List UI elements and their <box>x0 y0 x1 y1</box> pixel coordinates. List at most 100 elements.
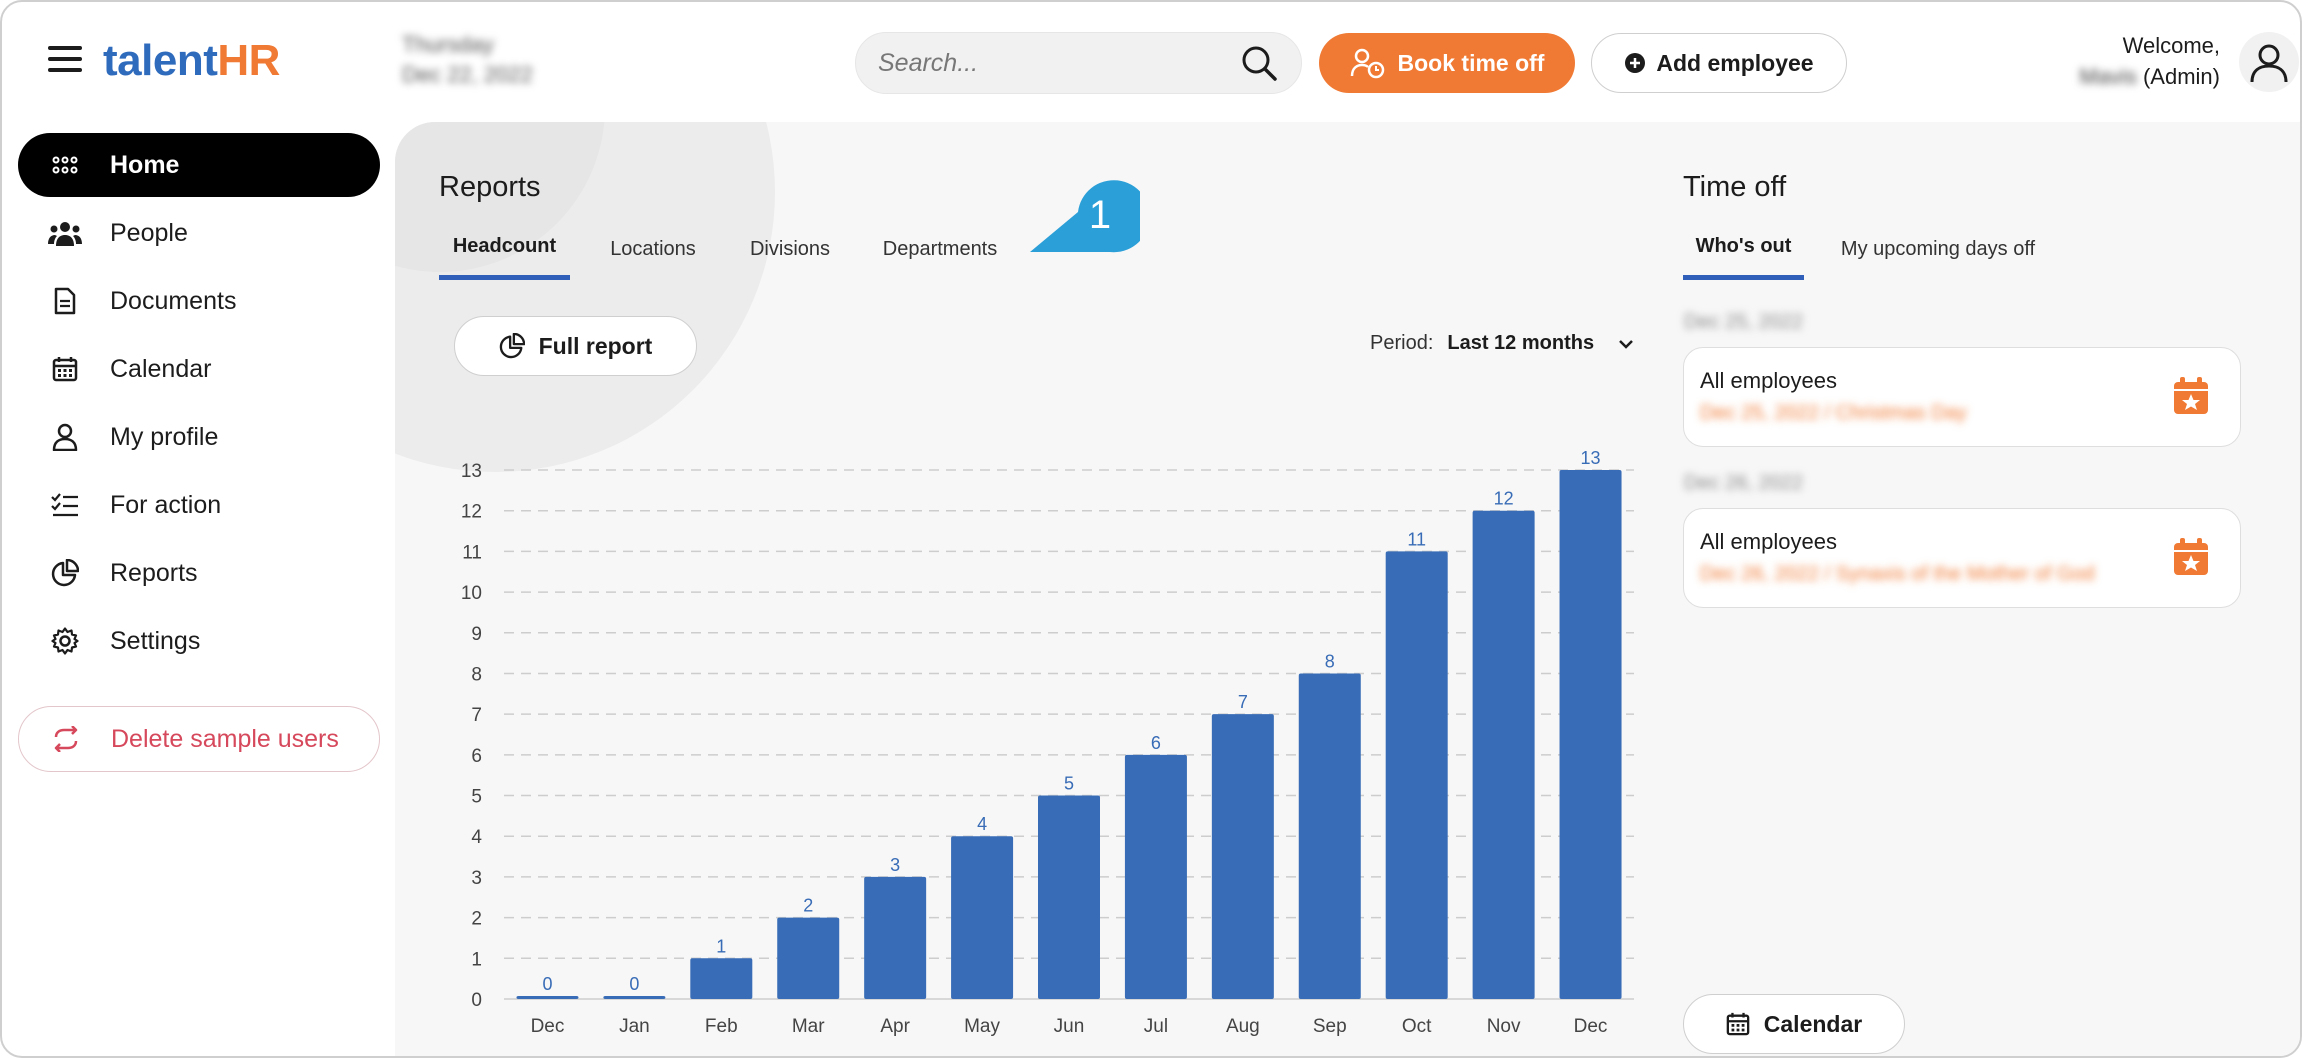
user-icon <box>48 420 82 454</box>
logo-text: talent <box>103 36 218 85</box>
sidebar-item-for-action[interactable]: For action <box>18 473 380 537</box>
sidebar-item-label: People <box>110 218 188 247</box>
chevron-down-icon <box>1619 339 1633 349</box>
data-label: 0 <box>629 974 639 994</box>
tab-departments[interactable]: Departments <box>870 218 1010 280</box>
people-icon <box>48 216 82 250</box>
user-name: Mavis <box>2079 64 2137 89</box>
document-icon <box>48 284 82 318</box>
time-off-title: Time off <box>1683 171 1787 203</box>
checklist-icon <box>48 488 82 522</box>
sidebar-item-documents[interactable]: Documents <box>18 269 380 333</box>
sidebar-item-label: Reports <box>110 558 198 587</box>
full-report-button[interactable]: Full report <box>454 316 697 376</box>
bar <box>951 836 1014 999</box>
book-time-off-label: Book time off <box>1397 49 1545 76</box>
date-text: Dec 22, 2022 <box>402 62 533 87</box>
y-tick-label: 0 <box>471 990 482 1011</box>
reports-title: Reports <box>439 171 541 203</box>
y-tick-label: 4 <box>471 827 482 848</box>
welcome-block: Welcome, Mavis (Admin) <box>2079 30 2220 92</box>
sidebar-item-label: Home <box>110 150 180 179</box>
bar <box>1038 795 1100 999</box>
book-time-off-button[interactable]: Book time off <box>1319 33 1575 93</box>
x-tick-label: Mar <box>792 1016 825 1037</box>
y-tick-label: 9 <box>471 624 482 645</box>
x-tick-label: Dec <box>531 1016 565 1037</box>
sidebar-item-my-profile[interactable]: My profile <box>18 405 380 469</box>
data-label: 8 <box>1325 651 1335 671</box>
y-tick-label: 8 <box>471 664 482 685</box>
gear-icon <box>48 624 82 658</box>
sidebar-item-label: Settings <box>110 626 201 655</box>
sidebar-item-home[interactable]: Home <box>18 133 380 197</box>
delete-sample-users-button[interactable]: Delete sample users <box>18 706 380 772</box>
user-clock-icon <box>1350 48 1384 79</box>
y-tick-label: 11 <box>462 542 482 563</box>
x-tick-label: Jul <box>1144 1016 1168 1037</box>
y-tick-label: 13 <box>461 461 482 482</box>
bar <box>1298 673 1361 999</box>
add-employee-label: Add employee <box>1656 49 1814 76</box>
x-tick-label: Jan <box>619 1016 650 1037</box>
add-employee-button[interactable]: Add employee <box>1591 33 1847 93</box>
bar <box>1124 754 1187 999</box>
x-tick-label: Aug <box>1226 1016 1260 1037</box>
search-icon[interactable] <box>1239 43 1279 83</box>
tab-locations[interactable]: Locations <box>598 218 708 280</box>
pie-chart-icon <box>499 333 525 359</box>
y-tick-label: 5 <box>471 787 482 808</box>
time-off-detail: Dec 25, 2022 / Christmas Day <box>1700 402 1967 424</box>
tutorial-callout: 1 <box>1030 180 1140 253</box>
data-label: 5 <box>1064 774 1074 794</box>
callout-number: 1 <box>1089 193 1111 237</box>
x-tick-label: Feb <box>705 1016 738 1037</box>
tab-headcount[interactable]: Headcount <box>439 218 570 280</box>
time-off-card[interactable]: All employees Dec 25, 2022 / Christmas D… <box>1683 347 2241 447</box>
tab-divisions[interactable]: Divisions <box>738 218 842 280</box>
period-label: Period: <box>1370 332 1434 354</box>
data-label: 7 <box>1238 692 1248 712</box>
bar <box>690 958 753 999</box>
time-off-card[interactable]: All employees Dec 26, 2022 / Synaxis of … <box>1683 508 2241 608</box>
time-off-who: All employees <box>1700 368 1837 393</box>
plus-circle-icon <box>1625 53 1646 73</box>
x-tick-label: Sep <box>1313 1016 1347 1037</box>
bar <box>1472 510 1535 999</box>
bar <box>603 996 666 999</box>
period-value: Last 12 months <box>1447 332 1595 354</box>
app-window: talentHR Thursday Dec 22, 2022 Book time… <box>0 0 2302 1058</box>
search-input[interactable] <box>878 48 1239 78</box>
sidebar-item-people[interactable]: People <box>18 201 380 265</box>
y-tick-label: 7 <box>471 705 482 726</box>
calendar-icon <box>1726 1012 1750 1036</box>
tab-my-upcoming-days-off[interactable]: My upcoming days off <box>1830 218 2046 280</box>
sidebar-item-label: My profile <box>110 422 219 451</box>
period-dropdown[interactable]: Last 12 months <box>1447 332 1634 355</box>
calendar-button-label: Calendar <box>1763 1010 1863 1037</box>
data-label: 6 <box>1151 733 1161 753</box>
bar <box>777 917 840 999</box>
time-off-who: All employees <box>1700 529 1837 554</box>
data-label: 4 <box>977 814 987 834</box>
logo-hr-text: HR <box>217 36 280 85</box>
calendar-button[interactable]: Calendar <box>1683 994 1905 1054</box>
data-label: 1 <box>716 936 726 956</box>
data-label: 11 <box>1407 529 1426 549</box>
x-tick-label: Jun <box>1054 1016 1085 1037</box>
tab-whos-out[interactable]: Who's out <box>1683 218 1804 280</box>
logo[interactable]: talentHR <box>103 36 280 86</box>
day-label: Dec 26, 2022 <box>1684 472 1803 494</box>
search-bar[interactable] <box>855 32 1302 94</box>
bar <box>1211 714 1274 999</box>
data-label: 0 <box>542 974 552 994</box>
data-label: 12 <box>1494 489 1514 509</box>
day-name: Thursday <box>402 32 494 57</box>
sidebar-item-label: For action <box>110 490 222 519</box>
menu-icon[interactable] <box>48 46 82 76</box>
sidebar-item-reports[interactable]: Reports <box>18 541 380 605</box>
headcount-chart: 0123456789101112130Dec0Jan1Feb2Mar3Apr4M… <box>461 448 1634 1037</box>
sidebar-item-calendar[interactable]: Calendar <box>18 337 380 401</box>
sidebar-item-settings[interactable]: Settings <box>18 609 380 673</box>
avatar[interactable] <box>2239 32 2299 92</box>
